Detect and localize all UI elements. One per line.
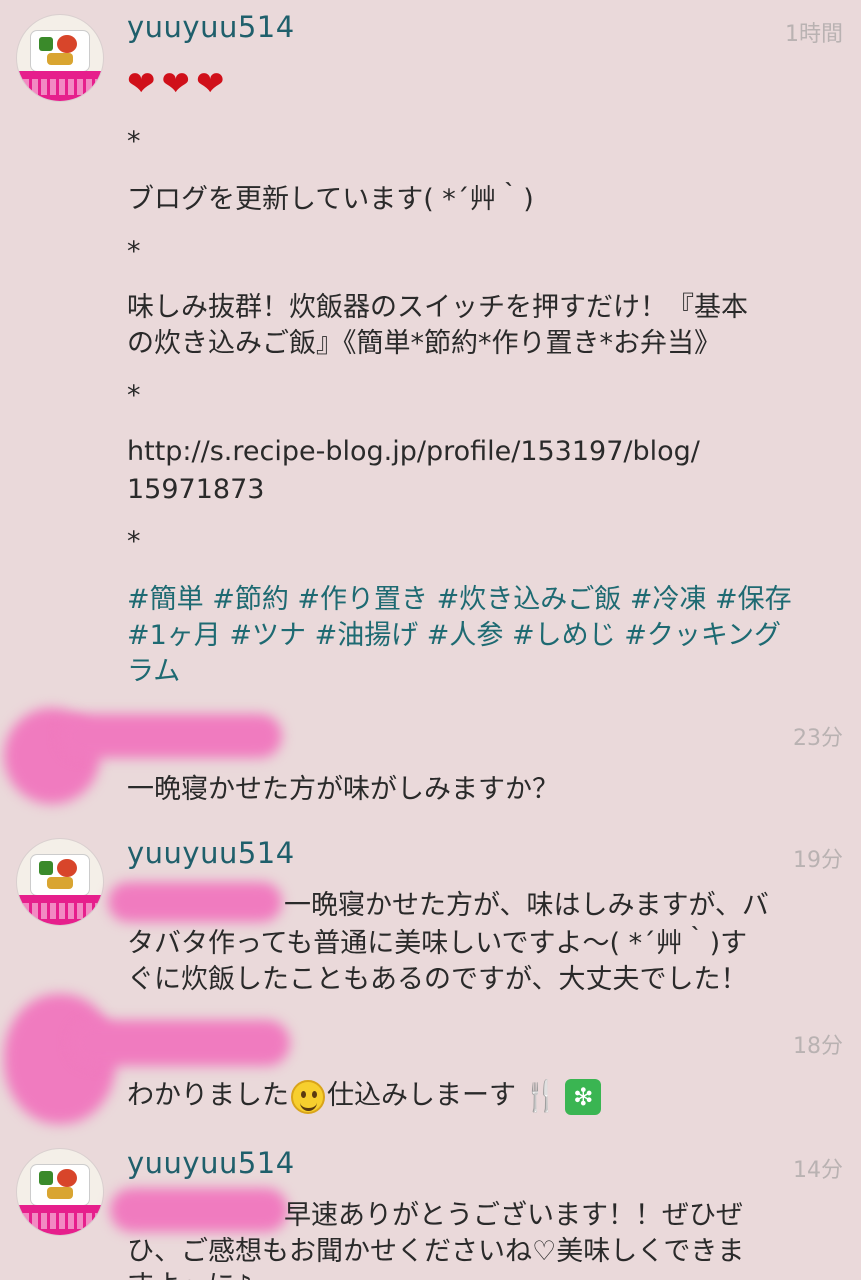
timestamp: 23分 [793,726,843,751]
comment-text-part: わかりました [127,1080,289,1111]
timestamp: 14分 [793,1158,843,1183]
comment: 18分 わかりました 仕込みしまーす 🍴 ❇ [0,994,861,1140]
smile-emoji-icon [291,1079,325,1114]
comment: yuuyuu514 14分 早速ありがとうございます！！ぜひぜ ひ、ご感想もお聞… [0,1140,861,1280]
redacted-username [60,714,282,758]
comment: 23分 一晩寝かせた方が味がしみますか？ [0,700,861,820]
comment-text: わかりました 仕込みしまーす 🍴 ❇ [127,1078,602,1115]
comment: yuuyuu514 19分 一晩寝かせた方が、味はしみますが、バ タバタ作っても… [0,830,861,1000]
redacted-mention [110,1188,288,1232]
username[interactable]: yuuyuu514 [127,10,295,44]
post-line: * [127,236,141,267]
comment-text: ぐに炊飯したこともあるのですが、大丈夫でした！ [127,964,748,995]
hashtag-line[interactable]: #1ヶ月 #ツナ #油揚げ #人参 #しめじ #クッキング [127,618,781,654]
post-line: ブログを更新しています( *´艸｀) [127,184,534,215]
comment-text: すよ〜に♪ [127,1268,252,1280]
sparkle-emoji-icon: ❇ [565,1078,602,1115]
username[interactable]: yuuyuu514 [127,1146,295,1180]
hashtag-line[interactable]: #簡単 #節約 #作り置き #炊き込みご飯 #冷凍 #保存 [127,582,792,618]
comment-text: 早速ありがとうございます！！ぜひぜ [284,1200,743,1231]
post-line: * [127,126,141,157]
post: yuuyuu514 1時間 ❤❤❤ * ブログを更新しています( *´艸｀) *… [0,0,861,700]
comment-text-part: 仕込みしまーす [327,1080,516,1111]
comment-text: 一晩寝かせた方が味がしみますか？ [127,774,559,805]
timestamp: 19分 [793,848,843,873]
avatar[interactable] [16,838,104,926]
post-line: の炊き込みご飯』《簡単*節約*作り置き*お弁当》 [127,328,721,359]
avatar[interactable] [16,1148,104,1236]
timestamp: 18分 [793,1034,843,1059]
comment-text: タバタ作っても普通に美味しいですよ〜( *´艸｀)す [127,928,748,959]
redacted-username [70,1020,290,1066]
blog-link[interactable]: 15971873 [127,472,264,508]
comment-text: 一晩寝かせた方が、味はしみますが、バ [284,890,769,921]
post-line: * [127,526,141,557]
fork-knife-emoji-icon: 🍴 [522,1078,560,1114]
hashtag-line[interactable]: ラム [127,654,180,690]
avatar[interactable] [16,14,104,102]
redacted-mention [108,882,282,922]
heart-emoji-row: ❤❤❤ [127,64,231,104]
comment-text: ひ、ご感想もお聞かせくださいね♡美味しくできま [127,1236,745,1267]
timestamp: 1時間 [785,22,843,47]
blog-link[interactable]: http://s.recipe-blog.jp/profile/153197/b… [127,434,700,470]
post-line: 味しみ抜群！炊飯器のスイッチを押すだけ！『基本 [127,292,748,323]
post-line: * [127,380,141,411]
username[interactable]: yuuyuu514 [127,836,295,870]
